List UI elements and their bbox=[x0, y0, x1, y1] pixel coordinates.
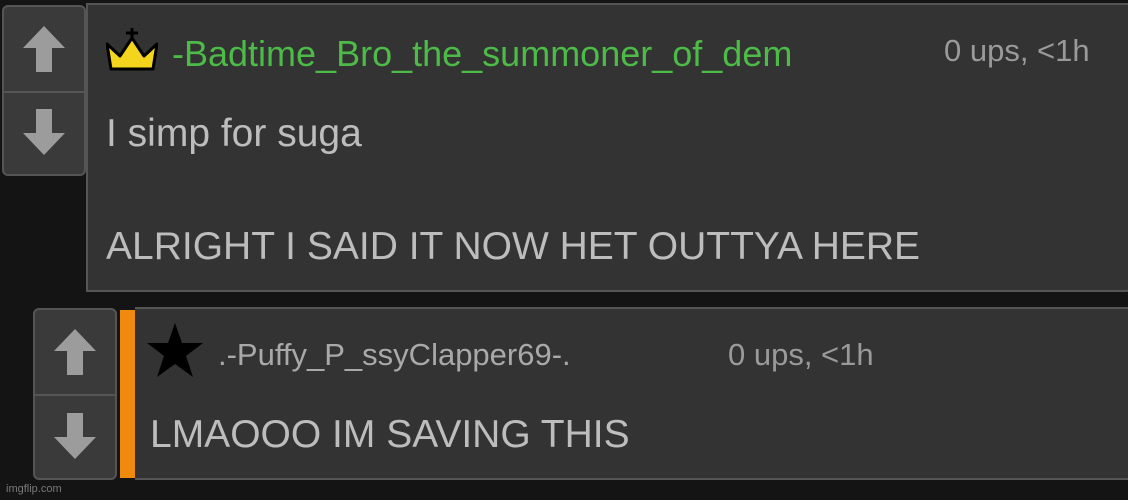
top-upvote-button[interactable] bbox=[4, 7, 84, 93]
top-comment-line-1: I simp for suga bbox=[106, 112, 362, 155]
star-icon bbox=[147, 323, 203, 377]
reply-comment: .-Puffy_P_ssyClapper69-. 0 ups, <1h LMAO… bbox=[135, 307, 1128, 480]
arrow-down-icon bbox=[54, 413, 96, 459]
reply-username[interactable]: .-Puffy_P_ssyClapper69-. bbox=[218, 337, 571, 373]
arrow-down-icon bbox=[23, 109, 65, 156]
top-username[interactable]: -Badtime_Bro_the_summoner_of_dem bbox=[172, 33, 792, 75]
reply-downvote-button[interactable] bbox=[35, 394, 115, 478]
arrow-up-icon bbox=[54, 329, 96, 375]
reply-accent-bar bbox=[120, 310, 135, 478]
watermark: imgflip.com bbox=[6, 483, 62, 495]
top-comment-line-2: ALRIGHT I SAID IT NOW HET OUTTYA HERE bbox=[106, 225, 921, 268]
reply-upvote-button[interactable] bbox=[35, 310, 115, 396]
crown-icon bbox=[106, 28, 158, 71]
arrow-up-icon bbox=[23, 25, 65, 72]
reply-comment-line-1: LMAOOO IM SAVING THIS bbox=[150, 413, 630, 456]
top-downvote-button[interactable] bbox=[4, 91, 84, 175]
reply-meta: 0 ups, <1h bbox=[728, 337, 874, 372]
reply-vote-column bbox=[33, 308, 117, 480]
top-comment: -Badtime_Bro_the_summoner_of_dem 0 ups, … bbox=[86, 3, 1128, 292]
top-vote-column bbox=[2, 5, 86, 176]
top-meta: 0 ups, <1h bbox=[944, 33, 1090, 68]
